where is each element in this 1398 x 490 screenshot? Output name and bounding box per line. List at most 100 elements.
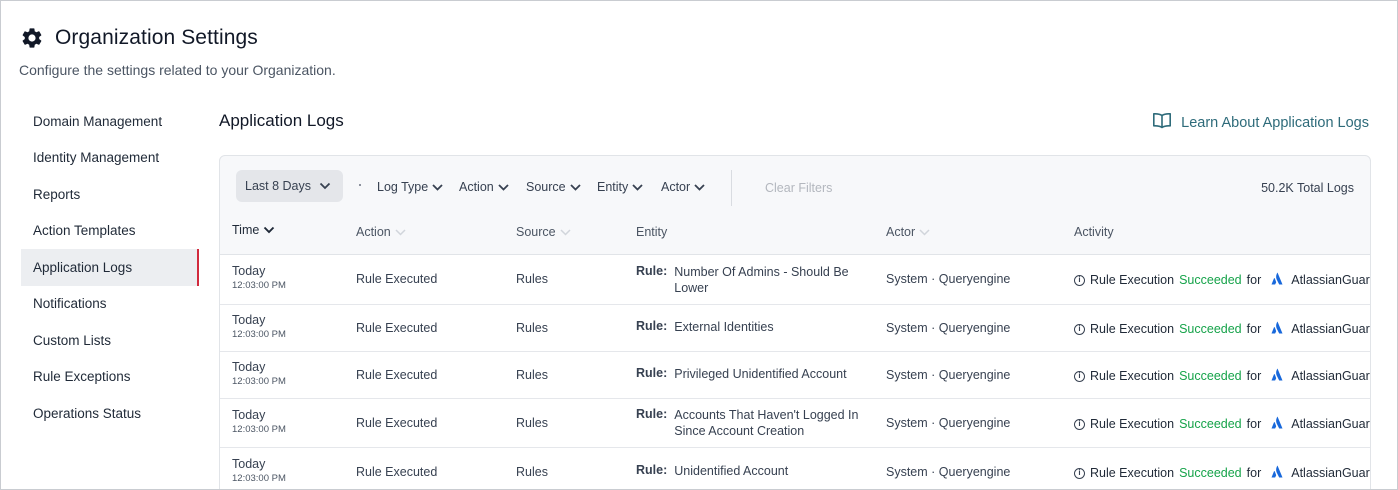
- table-header: Time Action Source Entity Actor Activity: [220, 218, 1370, 255]
- entity-filter[interactable]: Entity: [597, 180, 643, 194]
- sidebar-item-rule-exceptions[interactable]: Rule Exceptions: [21, 359, 199, 396]
- source-cell: Rules: [516, 416, 548, 430]
- actor-cell: System · Queryengine: [886, 465, 1011, 479]
- row-date: Today: [232, 264, 266, 278]
- source-cell: Rules: [516, 321, 548, 335]
- action-filter[interactable]: Action: [459, 180, 509, 194]
- sidebar-item-application-logs[interactable]: Application Logs: [21, 249, 199, 286]
- table-row[interactable]: Today 12:03:00 PM Rule Executed Rules Ru…: [220, 352, 1371, 399]
- row-time: 12:03:00 PM: [232, 376, 286, 387]
- row-date: Today: [232, 408, 266, 422]
- atlassian-logo-icon: [1271, 368, 1283, 384]
- entity-cell: Rule: Privileged Unidentified Account: [636, 366, 866, 382]
- actor-filter-label: Actor: [661, 180, 691, 194]
- column-header-entity: Entity: [636, 225, 667, 239]
- page-subtitle: Configure the settings related to your O…: [19, 62, 336, 78]
- sidebar-item-action-templates[interactable]: Action Templates: [21, 213, 199, 250]
- actor-filter[interactable]: Actor: [661, 180, 705, 194]
- action-cell: Rule Executed: [356, 368, 438, 382]
- activity-text: Rule Execution: [1090, 417, 1175, 431]
- row-time: 12:03:00 PM: [232, 329, 286, 340]
- time-cell: Today 12:03:00 PM: [232, 264, 286, 291]
- date-range-select[interactable]: Last 8 Days: [236, 170, 343, 202]
- sidebar-item-identity-management[interactable]: Identity Management: [21, 140, 199, 177]
- log-type-filter-label: Log Type: [377, 180, 429, 194]
- activity-target: AtlassianGuard: [1291, 369, 1371, 383]
- info-icon: i: [1074, 418, 1085, 430]
- clear-filters-button[interactable]: Clear Filters: [765, 181, 832, 195]
- activity-for: for: [1246, 369, 1262, 383]
- activity-status: Succeeded: [1179, 369, 1242, 383]
- column-header-time[interactable]: Time: [232, 223, 275, 237]
- sidebar-item-domain-management[interactable]: Domain Management: [21, 103, 199, 140]
- info-icon: i: [1074, 467, 1085, 479]
- source-filter[interactable]: Source: [526, 180, 581, 194]
- entity-filter-label: Entity: [597, 180, 629, 194]
- chevron-down-icon: [395, 225, 406, 239]
- entity-cell: Rule: Number Of Admins - Should Be Lower: [636, 264, 866, 296]
- table-row[interactable]: Today 12:03:00 PM Rule Executed Rules Ru…: [220, 305, 1371, 352]
- learn-about-logs-link[interactable]: Learn About Application Logs: [1152, 112, 1369, 134]
- actor-cell: System · Queryengine: [886, 321, 1011, 335]
- row-time: 12:03:00 PM: [232, 280, 286, 291]
- source-filter-label: Source: [526, 180, 566, 194]
- time-cell: Today 12:03:00 PM: [232, 408, 286, 435]
- activity-status: Succeeded: [1179, 322, 1242, 336]
- log-type-filter[interactable]: Log Type: [377, 180, 443, 194]
- actor-cell: System · Queryengine: [886, 272, 1011, 286]
- logs-panel: Last 8 Days Log Type Action Source Entit…: [219, 155, 1371, 489]
- chevron-down-icon: [569, 180, 581, 194]
- sidebar-item-operations-status[interactable]: Operations Status: [21, 395, 199, 432]
- sidebar-item-custom-lists[interactable]: Custom Lists: [21, 322, 199, 359]
- time-cell: Today 12:03:00 PM: [232, 360, 286, 387]
- entity-name: Number Of Admins - Should Be Lower: [674, 265, 849, 295]
- entity-name: Privileged Unidentified Account: [674, 367, 847, 381]
- column-header-source[interactable]: Source: [516, 225, 571, 239]
- chevron-down-icon: [919, 225, 930, 239]
- atlassian-logo-icon: [1271, 321, 1283, 337]
- activity-text: Rule Execution: [1090, 466, 1175, 480]
- total-logs-count: 50.2K Total Logs: [1261, 181, 1354, 195]
- row-time: 12:03:00 PM: [232, 473, 286, 484]
- column-header-actor-label: Actor: [886, 225, 916, 239]
- filter-divider: [731, 170, 732, 206]
- entity-cell: Rule: Unidentified Account: [636, 463, 866, 479]
- entity-prefix: Rule:: [636, 319, 668, 333]
- activity-text: Rule Execution: [1090, 273, 1175, 287]
- column-header-time-label: Time: [232, 223, 260, 237]
- info-icon: i: [1074, 274, 1085, 286]
- table-row[interactable]: Today 12:03:00 PM Rule Executed Rules Ru…: [220, 255, 1370, 305]
- table-row[interactable]: Today 12:03:00 PM Rule Executed Rules Ru…: [220, 399, 1371, 448]
- action-cell: Rule Executed: [356, 465, 438, 479]
- column-header-source-label: Source: [516, 225, 556, 239]
- page-header: Organization Settings: [19, 25, 258, 51]
- entity-prefix: Rule:: [636, 366, 668, 380]
- sidebar-item-reports[interactable]: Reports: [21, 176, 199, 213]
- time-cell: Today 12:03:00 PM: [232, 457, 286, 484]
- activity-status: Succeeded: [1179, 273, 1242, 287]
- table-row[interactable]: Today 12:03:00 PM Rule Executed Rules Ru…: [220, 448, 1370, 489]
- sidebar-item-notifications[interactable]: Notifications: [21, 286, 199, 323]
- chevron-down-icon: [632, 180, 643, 194]
- activity-target: AtlassianGuard: [1291, 322, 1371, 336]
- row-date: Today: [232, 313, 266, 327]
- column-header-actor[interactable]: Actor: [886, 225, 930, 239]
- column-header-action-label: Action: [356, 225, 391, 239]
- chevron-down-icon: [319, 179, 331, 193]
- filter-bar: Last 8 Days Log Type Action Source Entit…: [220, 156, 1370, 218]
- activity-target: AtlassianGuard: [1291, 417, 1371, 431]
- chevron-down-icon: [263, 223, 275, 237]
- actor-cell: System · Queryengine: [886, 368, 1011, 382]
- action-cell: Rule Executed: [356, 321, 438, 335]
- activity-cell: i Rule Execution Succeeded for Atlassian…: [1074, 368, 1371, 384]
- date-range-label: Last 8 Days: [245, 179, 312, 193]
- activity-status: Succeeded: [1179, 417, 1242, 431]
- source-cell: Rules: [516, 465, 548, 479]
- chevron-down-icon: [432, 180, 443, 194]
- activity-text: Rule Execution: [1090, 369, 1175, 383]
- activity-status: Succeeded: [1179, 466, 1242, 480]
- column-header-action[interactable]: Action: [356, 225, 406, 239]
- settings-sidebar: Domain Management Identity Management Re…: [21, 103, 199, 432]
- action-cell: Rule Executed: [356, 272, 438, 286]
- atlassian-logo-icon: [1271, 416, 1283, 432]
